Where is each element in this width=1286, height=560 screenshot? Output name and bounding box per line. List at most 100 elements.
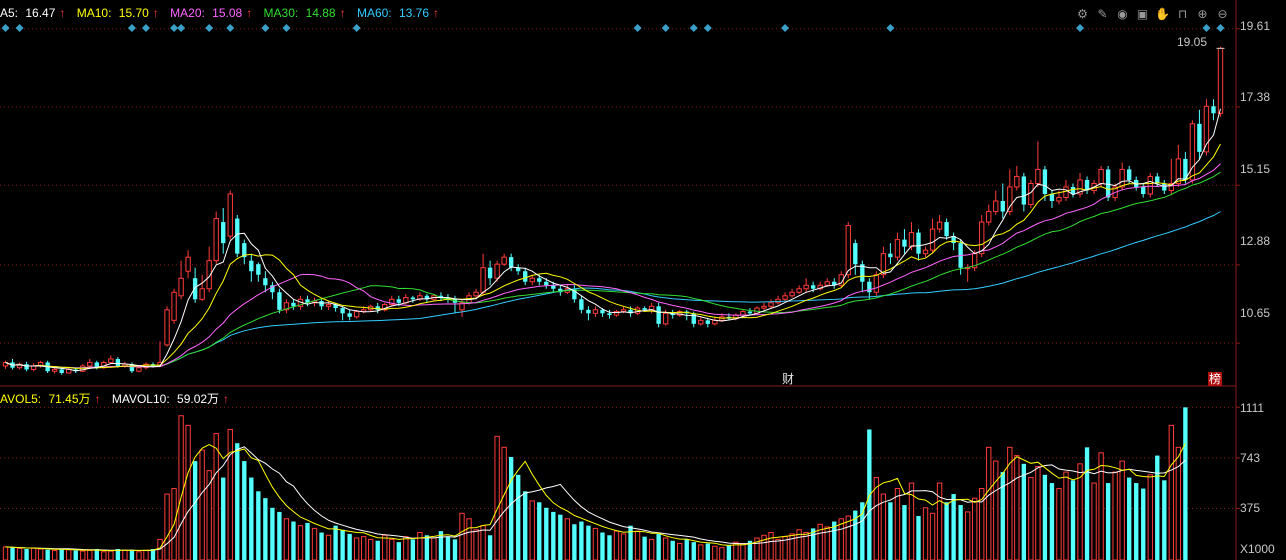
candle-body-up: [325, 304, 332, 307]
candle-body-up: [1147, 175, 1153, 195]
volume-bar-up: [382, 534, 388, 560]
candle-body-up: [993, 200, 999, 213]
volume-bar-up: [213, 433, 219, 560]
volume-bar-down: [628, 525, 633, 560]
volume-bar-up: [136, 551, 142, 560]
last-price-label: 19.05: [1177, 35, 1208, 49]
candle-body-up: [136, 367, 142, 372]
volume-bar-down: [537, 502, 542, 560]
volume-bar-down: [452, 539, 458, 560]
volume-bar-down: [277, 511, 282, 560]
volume-bar-down: [544, 507, 549, 560]
volume-bar-up: [283, 518, 290, 560]
ma60-line: [5, 211, 1221, 369]
candle-body-up: [789, 291, 795, 297]
volume-bar-up: [880, 493, 887, 560]
candle-body-up: [824, 281, 830, 286]
volume-bar-down: [586, 525, 591, 560]
candle-body-down: [1197, 123, 1202, 152]
volume-bar-up: [768, 532, 774, 560]
volume-tick-label: 1111: [1240, 401, 1265, 415]
candle-body-down: [277, 292, 282, 310]
candle-body-down: [537, 278, 542, 282]
volume-bar-down: [888, 502, 893, 560]
volume-bar-down: [691, 542, 696, 560]
volume-bar-up: [1007, 446, 1013, 560]
volume-bar-up: [164, 493, 170, 560]
volume-bar-down: [523, 491, 528, 560]
event-marker-icon: [1, 24, 10, 32]
volume-bar-up: [1035, 466, 1041, 560]
volume-bar-up: [894, 488, 901, 560]
price-tick-label: 17.38: [1240, 90, 1271, 104]
volume-bar-down: [1021, 463, 1027, 560]
candle-body-up: [1056, 197, 1062, 202]
volume-bar-down: [263, 498, 268, 560]
zoom-out-icon[interactable]: ⊖: [1215, 7, 1230, 22]
candle-body-up: [164, 309, 170, 346]
volume-bar-up: [459, 512, 465, 560]
candle-body-down: [1105, 169, 1111, 198]
gear-icon[interactable]: ⚙: [1075, 7, 1090, 22]
volume-bar-down: [249, 477, 254, 560]
candle-body-up: [227, 193, 233, 237]
chart-toolbar: ⚙ ✎ ◉ ▣ ✋ ⊓ ⊕ ⊖: [1075, 7, 1230, 22]
volume-bar-down: [59, 549, 64, 560]
volume-bar-down: [270, 507, 275, 560]
volume-bar-down: [607, 535, 612, 560]
volume-bar-down: [1042, 474, 1048, 560]
box-icon[interactable]: ▣: [1135, 7, 1150, 22]
candle-body-up: [87, 361, 93, 367]
event-marker-icon: [886, 24, 895, 32]
volume-bar-down: [396, 542, 401, 560]
candle-body-down: [1000, 201, 1005, 212]
volume-bar-up: [297, 525, 304, 560]
volume-bar-up: [368, 538, 374, 560]
volume-bar-down: [10, 547, 15, 560]
rank-flag[interactable]: 榜: [1208, 372, 1222, 386]
candle-body-down: [192, 278, 198, 300]
ma30-legend: MA30: 14.88 ↑: [263, 6, 346, 20]
price-tick-label: 12.88: [1240, 234, 1271, 248]
volume-bar-down: [319, 532, 324, 560]
event-marker-icon: [1076, 24, 1085, 32]
event-marker-icon: [1216, 24, 1225, 32]
candle-body-down: [1070, 186, 1076, 194]
ma20-legend: MA20: 15.08 ↑: [170, 6, 253, 20]
zoom-in-icon[interactable]: ⊕: [1195, 7, 1210, 22]
pen-icon[interactable]: ✎: [1095, 7, 1110, 22]
candle-body-down: [59, 369, 64, 373]
hand-icon[interactable]: ✋: [1155, 7, 1170, 22]
volume-bar-down: [1127, 477, 1132, 560]
candle-body-down: [263, 278, 268, 286]
volume-bar-up: [311, 527, 318, 560]
finance-flag[interactable]: 财: [781, 372, 795, 386]
event-marker-icon: [127, 24, 136, 32]
volume-bar-up: [1056, 488, 1062, 560]
volume-bar-down: [656, 533, 661, 560]
candle-body-up: [922, 249, 929, 255]
volume-bar-up: [1175, 446, 1182, 560]
eye-icon[interactable]: ◉: [1115, 7, 1130, 22]
candle-body-up: [1098, 168, 1104, 184]
event-marker-icon: [1202, 24, 1211, 32]
candle-body-down: [115, 358, 121, 366]
volume-bar-down: [256, 491, 261, 560]
lock-icon[interactable]: ⊓: [1175, 7, 1190, 22]
volume-bar-down: [508, 456, 514, 560]
volume-bar-down: [221, 477, 226, 560]
mavol5-legend: AVOL5: 71.45万 ↑: [0, 392, 101, 406]
ma60-legend: MA60: 13.76 ↑: [356, 6, 440, 20]
candle-body-down: [221, 222, 226, 244]
volume-bar-down: [600, 532, 605, 560]
volume-tick-label: 743: [1240, 451, 1261, 465]
volume-bar-up: [1028, 477, 1034, 560]
volume-bar-down: [1084, 447, 1090, 560]
volume-bar-down: [1049, 483, 1055, 560]
volume-bar-up: [845, 515, 851, 560]
kline-chart-canvas[interactable]: [0, 0, 1286, 560]
volume-bar-up: [30, 547, 37, 560]
volume-bar-up: [592, 527, 599, 560]
candle-body-up: [171, 291, 177, 321]
candle-body-down: [586, 309, 591, 314]
